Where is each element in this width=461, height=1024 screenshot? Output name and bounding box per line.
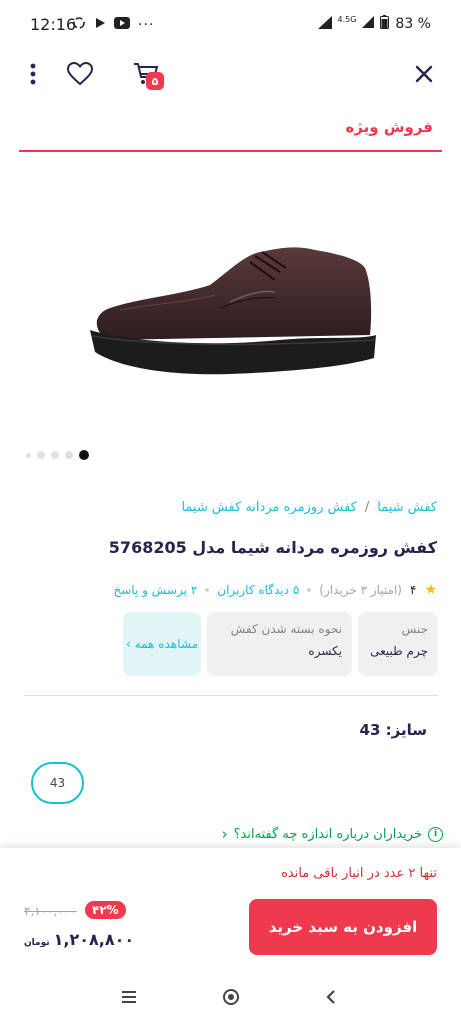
product-title: کفش روزمره مردانه شیما مدل 5768205: [108, 538, 437, 557]
size-feedback-label: خریداران درباره اندازه چه گفته‌اند؟: [233, 826, 422, 842]
attribute-material: جنس چرم طبیعی: [358, 612, 438, 676]
attribute-key: جنس: [401, 622, 428, 636]
recent-apps-icon[interactable]: [116, 984, 142, 1010]
status-right: 4.5G 83 %: [317, 14, 431, 33]
back-icon[interactable]: [318, 984, 344, 1010]
divider: [24, 695, 438, 696]
gallery-dot[interactable]: [37, 451, 45, 459]
chevron-left-icon: ›: [125, 637, 131, 651]
gallery-dots[interactable]: [26, 450, 89, 460]
attribute-key: نحوه بسته شدن کفش: [230, 622, 342, 636]
star-icon: ★: [424, 582, 437, 598]
view-all-button[interactable]: مشاهده همه ›: [123, 612, 201, 676]
size-label: سایز: 43: [359, 721, 427, 739]
view-all-label: مشاهده همه: [134, 637, 199, 651]
size-feedback-link[interactable]: i خریداران درباره اندازه چه گفته‌اند؟ ‹: [222, 825, 443, 843]
system-nav-bar: [0, 968, 461, 1024]
close-icon[interactable]: [410, 60, 438, 88]
status-time: 12:16: [30, 15, 77, 34]
discount-badge: ۴۲%: [85, 901, 126, 919]
youtube-icon: [114, 17, 130, 33]
sync-icon: [72, 16, 86, 34]
section-underline: [19, 150, 442, 152]
qa-link[interactable]: ۲ پرسش و پاسخ: [113, 583, 197, 597]
cart-count-badge: ۵: [146, 72, 164, 90]
more-options-icon[interactable]: [19, 60, 47, 88]
gallery-dot[interactable]: [26, 452, 31, 458]
gallery-dot[interactable]: [65, 451, 73, 459]
rating-value: ۴: [409, 583, 417, 597]
reviews-link[interactable]: ۵ دیدگاه کاربران: [217, 583, 299, 597]
breadcrumb: کفش شیما / کفش روزمره مردانه کفش شیما: [181, 500, 437, 515]
battery-level: 83 %: [395, 16, 431, 32]
attributes-row: جنس چرم طبیعی نحوه بسته شدن کفش یکسره مش…: [95, 612, 438, 676]
final-price: ۱,۲۰۸,۸۰۰ تومان: [24, 930, 134, 949]
favorite-heart-icon[interactable]: [66, 60, 94, 88]
network-type: 4.5G: [337, 14, 357, 24]
breadcrumb-item-brand[interactable]: کفش شیما: [377, 500, 437, 515]
home-icon[interactable]: [218, 984, 244, 1010]
shoe-illustration: [90, 247, 376, 375]
info-icon: i: [428, 826, 443, 842]
app-toolbar: [0, 50, 461, 96]
gallery-dot-active[interactable]: [79, 450, 89, 460]
status-bar: 12:16 ··· 4.5G 83 %: [0, 0, 461, 50]
rating-note: (امتیاز ۳ خریدار): [319, 583, 402, 597]
purchase-panel: تنها ۲ عدد در انبار باقی مانده افزودن به…: [0, 848, 461, 968]
old-price: ۲,۱۰۰,۰۰۰: [24, 904, 77, 918]
gallery-dot[interactable]: [51, 451, 59, 459]
signal-icon-2: [362, 16, 375, 32]
currency-label: تومان: [24, 938, 50, 948]
play-icon: [94, 17, 106, 33]
section-title: فروش ویژه: [345, 118, 433, 136]
attribute-value: چرم طبیعی: [370, 644, 428, 658]
meta-separator: [205, 588, 210, 592]
attribute-closure: نحوه بسته شدن کفش یکسره: [207, 612, 352, 676]
product-image[interactable]: [80, 240, 380, 400]
signal-icon: [317, 15, 332, 33]
breadcrumb-item-category[interactable]: کفش روزمره مردانه کفش شیما: [181, 500, 356, 515]
breadcrumb-separator: /: [364, 500, 370, 515]
more-notifications-icon: ···: [138, 17, 155, 33]
attribute-value: یکسره: [308, 644, 342, 658]
stock-message: تنها ۲ عدد در انبار باقی مانده: [281, 866, 437, 881]
meta-separator: [307, 588, 312, 592]
add-to-cart-button[interactable]: افزودن به سبد خرید: [249, 899, 437, 955]
battery-icon: [380, 15, 390, 33]
final-price-value: ۱,۲۰۸,۸۰۰: [53, 930, 135, 949]
notification-icons: ···: [72, 16, 154, 34]
chevron-left-icon: ‹: [221, 825, 228, 843]
product-meta: ★ ۴ (امتیاز ۳ خریدار) ۵ دیدگاه کاربران ۲…: [113, 582, 437, 598]
size-option-selected[interactable]: 43: [31, 762, 84, 804]
